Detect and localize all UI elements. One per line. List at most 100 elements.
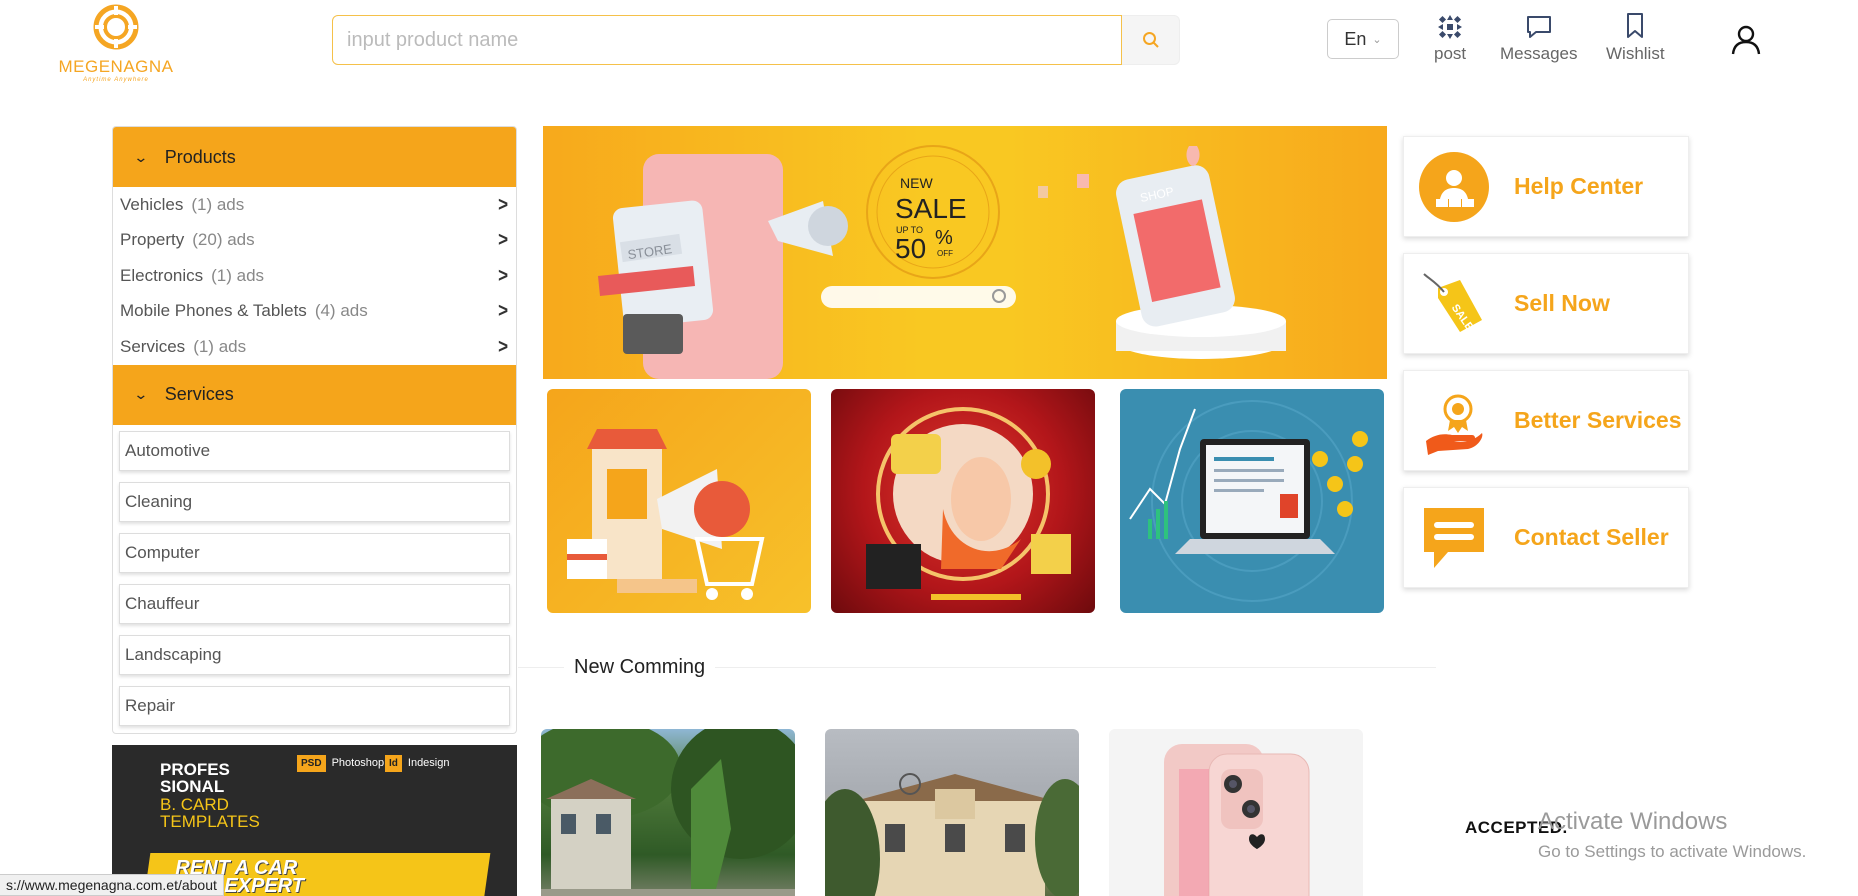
promo-card-analytics[interactable] bbox=[1120, 389, 1384, 613]
category-label: Mobile Phones & Tablets bbox=[120, 301, 307, 321]
sale-banner-illustration: STORE NEW SALE UP TO 50 % OFF SHOP bbox=[598, 145, 1286, 379]
promo-analytics-illustration bbox=[1129, 400, 1368, 602]
watermark-line1: Activate Windows bbox=[1538, 808, 1728, 835]
search-icon bbox=[1142, 32, 1159, 48]
service-item-computer[interactable]: Computer bbox=[119, 532, 510, 573]
promo-shopping-illustration bbox=[567, 429, 765, 600]
category-label: Vehicles bbox=[120, 194, 184, 214]
category-label: Property bbox=[120, 230, 185, 250]
products-list: Vehicles (1) ads > Property (20) ads > Ele… bbox=[113, 187, 516, 365]
chevron-down-icon: ⌄ bbox=[133, 386, 149, 402]
chat-bubble-icon bbox=[1424, 507, 1484, 568]
ad-badge-indesign: Id Indesign bbox=[385, 747, 449, 779]
category-count: (1) ads bbox=[191, 194, 245, 214]
new-comming-title: New Comming bbox=[564, 656, 716, 679]
service-award-icon bbox=[1426, 394, 1483, 455]
chevron-right-icon: > bbox=[498, 334, 508, 358]
post-button[interactable]: post bbox=[1434, 12, 1466, 64]
search-input[interactable] bbox=[332, 15, 1122, 65]
ad-badge-photoshop: PSD Photoshop bbox=[297, 747, 384, 779]
services-header-label: Services bbox=[164, 384, 234, 404]
service-item-cleaning[interactable]: Cleaning bbox=[119, 481, 510, 522]
listing-photo-house bbox=[541, 729, 795, 896]
brand-name: MEGENAGNA bbox=[58, 57, 174, 76]
product-category-property[interactable]: Property (20) ads > bbox=[117, 223, 512, 259]
category-label: Electronics bbox=[120, 265, 204, 285]
post-label: post bbox=[1434, 44, 1467, 63]
better-services-label: Better Services bbox=[1514, 407, 1682, 433]
page-root: { "brand": { "name": "MEGENAGNA", "tagli… bbox=[0, 0, 1858, 896]
products-header-label: Products bbox=[164, 146, 236, 167]
listing-photo-phone bbox=[1164, 744, 1310, 896]
chevron-down-icon: ⌄ bbox=[133, 148, 149, 165]
post-icon bbox=[1438, 15, 1463, 39]
bookmark-icon bbox=[1627, 13, 1644, 38]
status-bar-url: s://www.megenagna.com.et/about bbox=[0, 874, 224, 896]
language-value: En bbox=[1344, 28, 1367, 49]
product-category-mobile-phones[interactable]: Mobile Phones & Tablets (4) ads > bbox=[117, 294, 512, 330]
better-services-card[interactable]: Better Services bbox=[1403, 370, 1689, 471]
sale-tag-icon: SALE bbox=[1423, 272, 1482, 333]
category-sidebar: ⌄ Products Vehicles (1) ads > Property (20… bbox=[112, 126, 517, 734]
promo-card-shopping[interactable] bbox=[547, 389, 811, 613]
products-header[interactable]: ⌄ Products bbox=[113, 127, 516, 187]
listing-photo-villa bbox=[825, 773, 1079, 896]
chevron-right-icon: > bbox=[498, 299, 508, 323]
ad-badge-code: PSD bbox=[297, 754, 326, 772]
search-bar bbox=[332, 15, 1180, 65]
help-center-icon bbox=[1419, 151, 1489, 222]
category-count: (1) ads bbox=[211, 265, 265, 285]
watermark-line2: Go to Settings to activate Windows. bbox=[1538, 842, 1807, 861]
help-center-card[interactable]: Help Center bbox=[1403, 136, 1689, 237]
contact-seller-card[interactable]: Contact Seller bbox=[1403, 487, 1689, 588]
promo-card-midea[interactable] bbox=[831, 389, 1095, 613]
wishlist-button[interactable]: Wishlist bbox=[1606, 12, 1665, 64]
promo-midea-illustration bbox=[866, 407, 1071, 600]
product-category-vehicles[interactable]: Vehicles (1) ads > bbox=[117, 187, 512, 223]
message-icon bbox=[1526, 16, 1551, 38]
messages-button[interactable]: Messages bbox=[1500, 12, 1577, 64]
service-item-automotive[interactable]: Automotive bbox=[119, 430, 510, 471]
ad-badge-label: Photoshop bbox=[331, 757, 385, 769]
listing-card[interactable] bbox=[541, 729, 795, 896]
service-item-chauffeur[interactable]: Chauffeur bbox=[119, 583, 510, 624]
banner-percent-sign: % bbox=[935, 227, 953, 249]
logo-icon bbox=[93, 4, 139, 50]
product-category-electronics[interactable]: Electronics (1) ads > bbox=[117, 258, 512, 294]
category-label: Services bbox=[120, 336, 186, 356]
search-button[interactable] bbox=[1122, 15, 1180, 65]
banner-sale-text: SALE bbox=[895, 193, 967, 224]
chevron-right-icon: > bbox=[498, 263, 508, 287]
ad-badge-code: Id bbox=[385, 754, 402, 772]
service-item-repair[interactable]: Repair bbox=[119, 685, 510, 726]
help-center-label: Help Center bbox=[1514, 173, 1644, 199]
banner-off-text: OFF bbox=[937, 249, 953, 258]
product-category-services[interactable]: Services (1) ads > bbox=[117, 329, 512, 365]
ad-badge-label: Indesign bbox=[407, 757, 450, 769]
service-item-landscaping[interactable]: Landscaping bbox=[119, 634, 510, 675]
services-header[interactable]: ⌄ Services bbox=[113, 364, 516, 425]
listing-card[interactable] bbox=[825, 729, 1079, 896]
chevron-right-icon: > bbox=[498, 228, 508, 252]
user-profile-icon[interactable] bbox=[1730, 24, 1762, 56]
chevron-right-icon: > bbox=[498, 192, 508, 216]
banner-new-text: NEW bbox=[900, 175, 933, 191]
category-count: (4) ads bbox=[314, 301, 368, 321]
chevron-down-icon: ⌄ bbox=[1372, 33, 1382, 46]
wishlist-label: Wishlist bbox=[1606, 44, 1665, 63]
sale-banner[interactable]: STORE NEW SALE UP TO 50 % OFF SHOP bbox=[543, 126, 1387, 379]
brand-logo[interactable]: MEGENAGNA Anytime Anywhere bbox=[56, 4, 176, 83]
category-count: (1) ads bbox=[193, 336, 247, 356]
contact-seller-label: Contact Seller bbox=[1514, 524, 1669, 550]
listing-card[interactable] bbox=[1109, 729, 1363, 896]
ad-title: PROFES SIONAL bbox=[160, 760, 230, 796]
brand-tagline: Anytime Anywhere bbox=[83, 77, 149, 83]
sell-now-card[interactable]: SALE Sell Now bbox=[1403, 253, 1689, 354]
services-list: Automotive Cleaning Computer Chauffeur L… bbox=[113, 425, 516, 726]
language-select[interactable]: En ⌄ bbox=[1327, 19, 1399, 59]
sell-now-label: Sell Now bbox=[1514, 290, 1610, 316]
banner-percent-text: 50 bbox=[895, 233, 926, 264]
messages-label: Messages bbox=[1500, 44, 1578, 63]
category-count: (20) ads bbox=[192, 230, 255, 250]
windows-activation-watermark: Activate Windows Go to Settings to activ… bbox=[1538, 808, 1806, 862]
